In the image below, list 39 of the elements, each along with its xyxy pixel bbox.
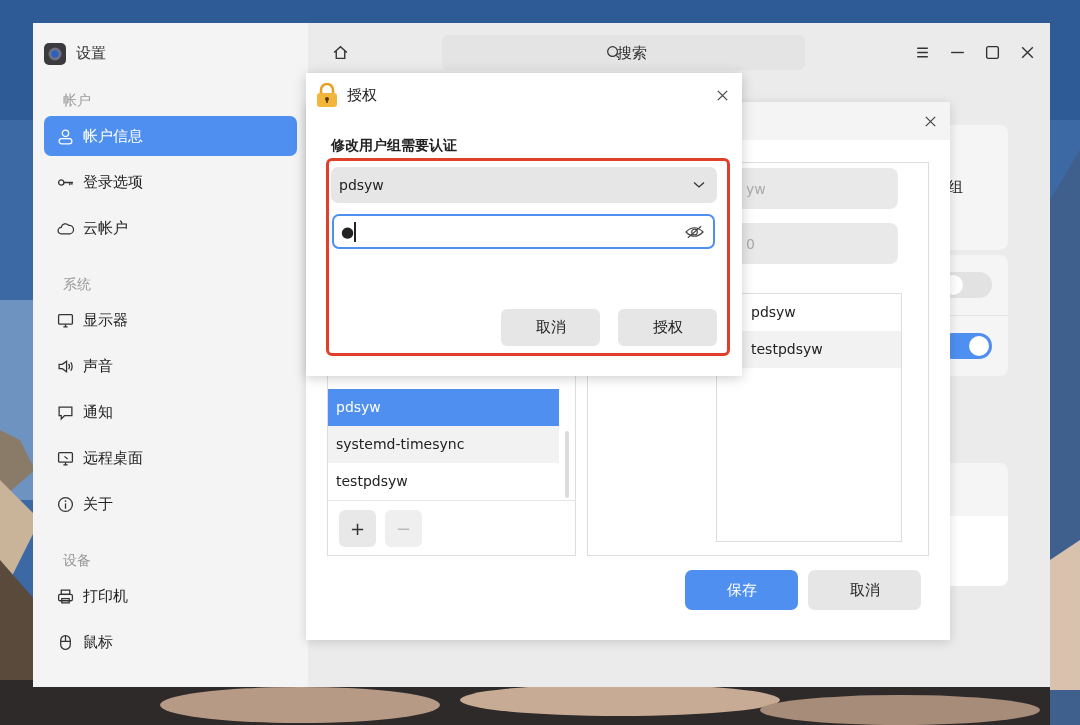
- sidebar-item[interactable]: 远程桌面: [44, 438, 297, 478]
- cancel-button[interactable]: 取消: [501, 309, 600, 346]
- section-label: 设备: [62, 551, 92, 570]
- dialog-title: 授权: [347, 85, 378, 105]
- group-list-item[interactable]: testpdsyw: [328, 463, 559, 500]
- section-label: 帐户: [62, 91, 92, 110]
- auth-prompt: 修改用户组需要认证: [331, 136, 458, 155]
- section-label: 系统: [62, 275, 92, 294]
- close-icon[interactable]: [1019, 44, 1036, 61]
- sidebar-item[interactable]: 打印机: [44, 576, 297, 616]
- printer-icon: [57, 587, 74, 605]
- cancel-button[interactable]: 取消: [808, 570, 921, 610]
- info-icon: [57, 495, 74, 513]
- sidebar-item[interactable]: 通知: [44, 392, 297, 432]
- search-field[interactable]: 搜索: [442, 35, 805, 70]
- speaker-icon: [57, 357, 74, 375]
- sidebar-item[interactable]: 云帐户: [44, 208, 297, 248]
- sidebar-item[interactable]: 鼠标: [44, 622, 297, 662]
- sidebar-item[interactable]: 显示器: [44, 300, 297, 340]
- user-dropdown[interactable]: pdsyw: [331, 167, 717, 203]
- mouse-icon: [57, 633, 74, 651]
- sidebar-item[interactable]: 声音: [44, 346, 297, 386]
- group-list-item[interactable]: systemd-timesync: [328, 426, 559, 463]
- window-title: 设置: [76, 44, 106, 63]
- add-button[interactable]: +: [339, 509, 376, 547]
- authorize-button[interactable]: 授权: [618, 309, 717, 346]
- scrollbar[interactable]: [565, 431, 569, 498]
- padlock-icon: [316, 83, 338, 107]
- sidebar-item[interactable]: 登录选项: [44, 162, 297, 202]
- remote-desktop-icon: [57, 449, 74, 467]
- monitor-icon: [57, 311, 74, 329]
- maximize-icon[interactable]: [984, 44, 1001, 61]
- home-icon[interactable]: [332, 44, 349, 61]
- eye-off-icon[interactable]: [685, 224, 704, 239]
- chevron-down-icon: [693, 181, 705, 189]
- gear-icon: [44, 42, 66, 65]
- user-icon: [57, 127, 74, 145]
- password-field[interactable]: ●: [332, 214, 715, 249]
- sidebar-item[interactable]: 关于: [44, 484, 297, 524]
